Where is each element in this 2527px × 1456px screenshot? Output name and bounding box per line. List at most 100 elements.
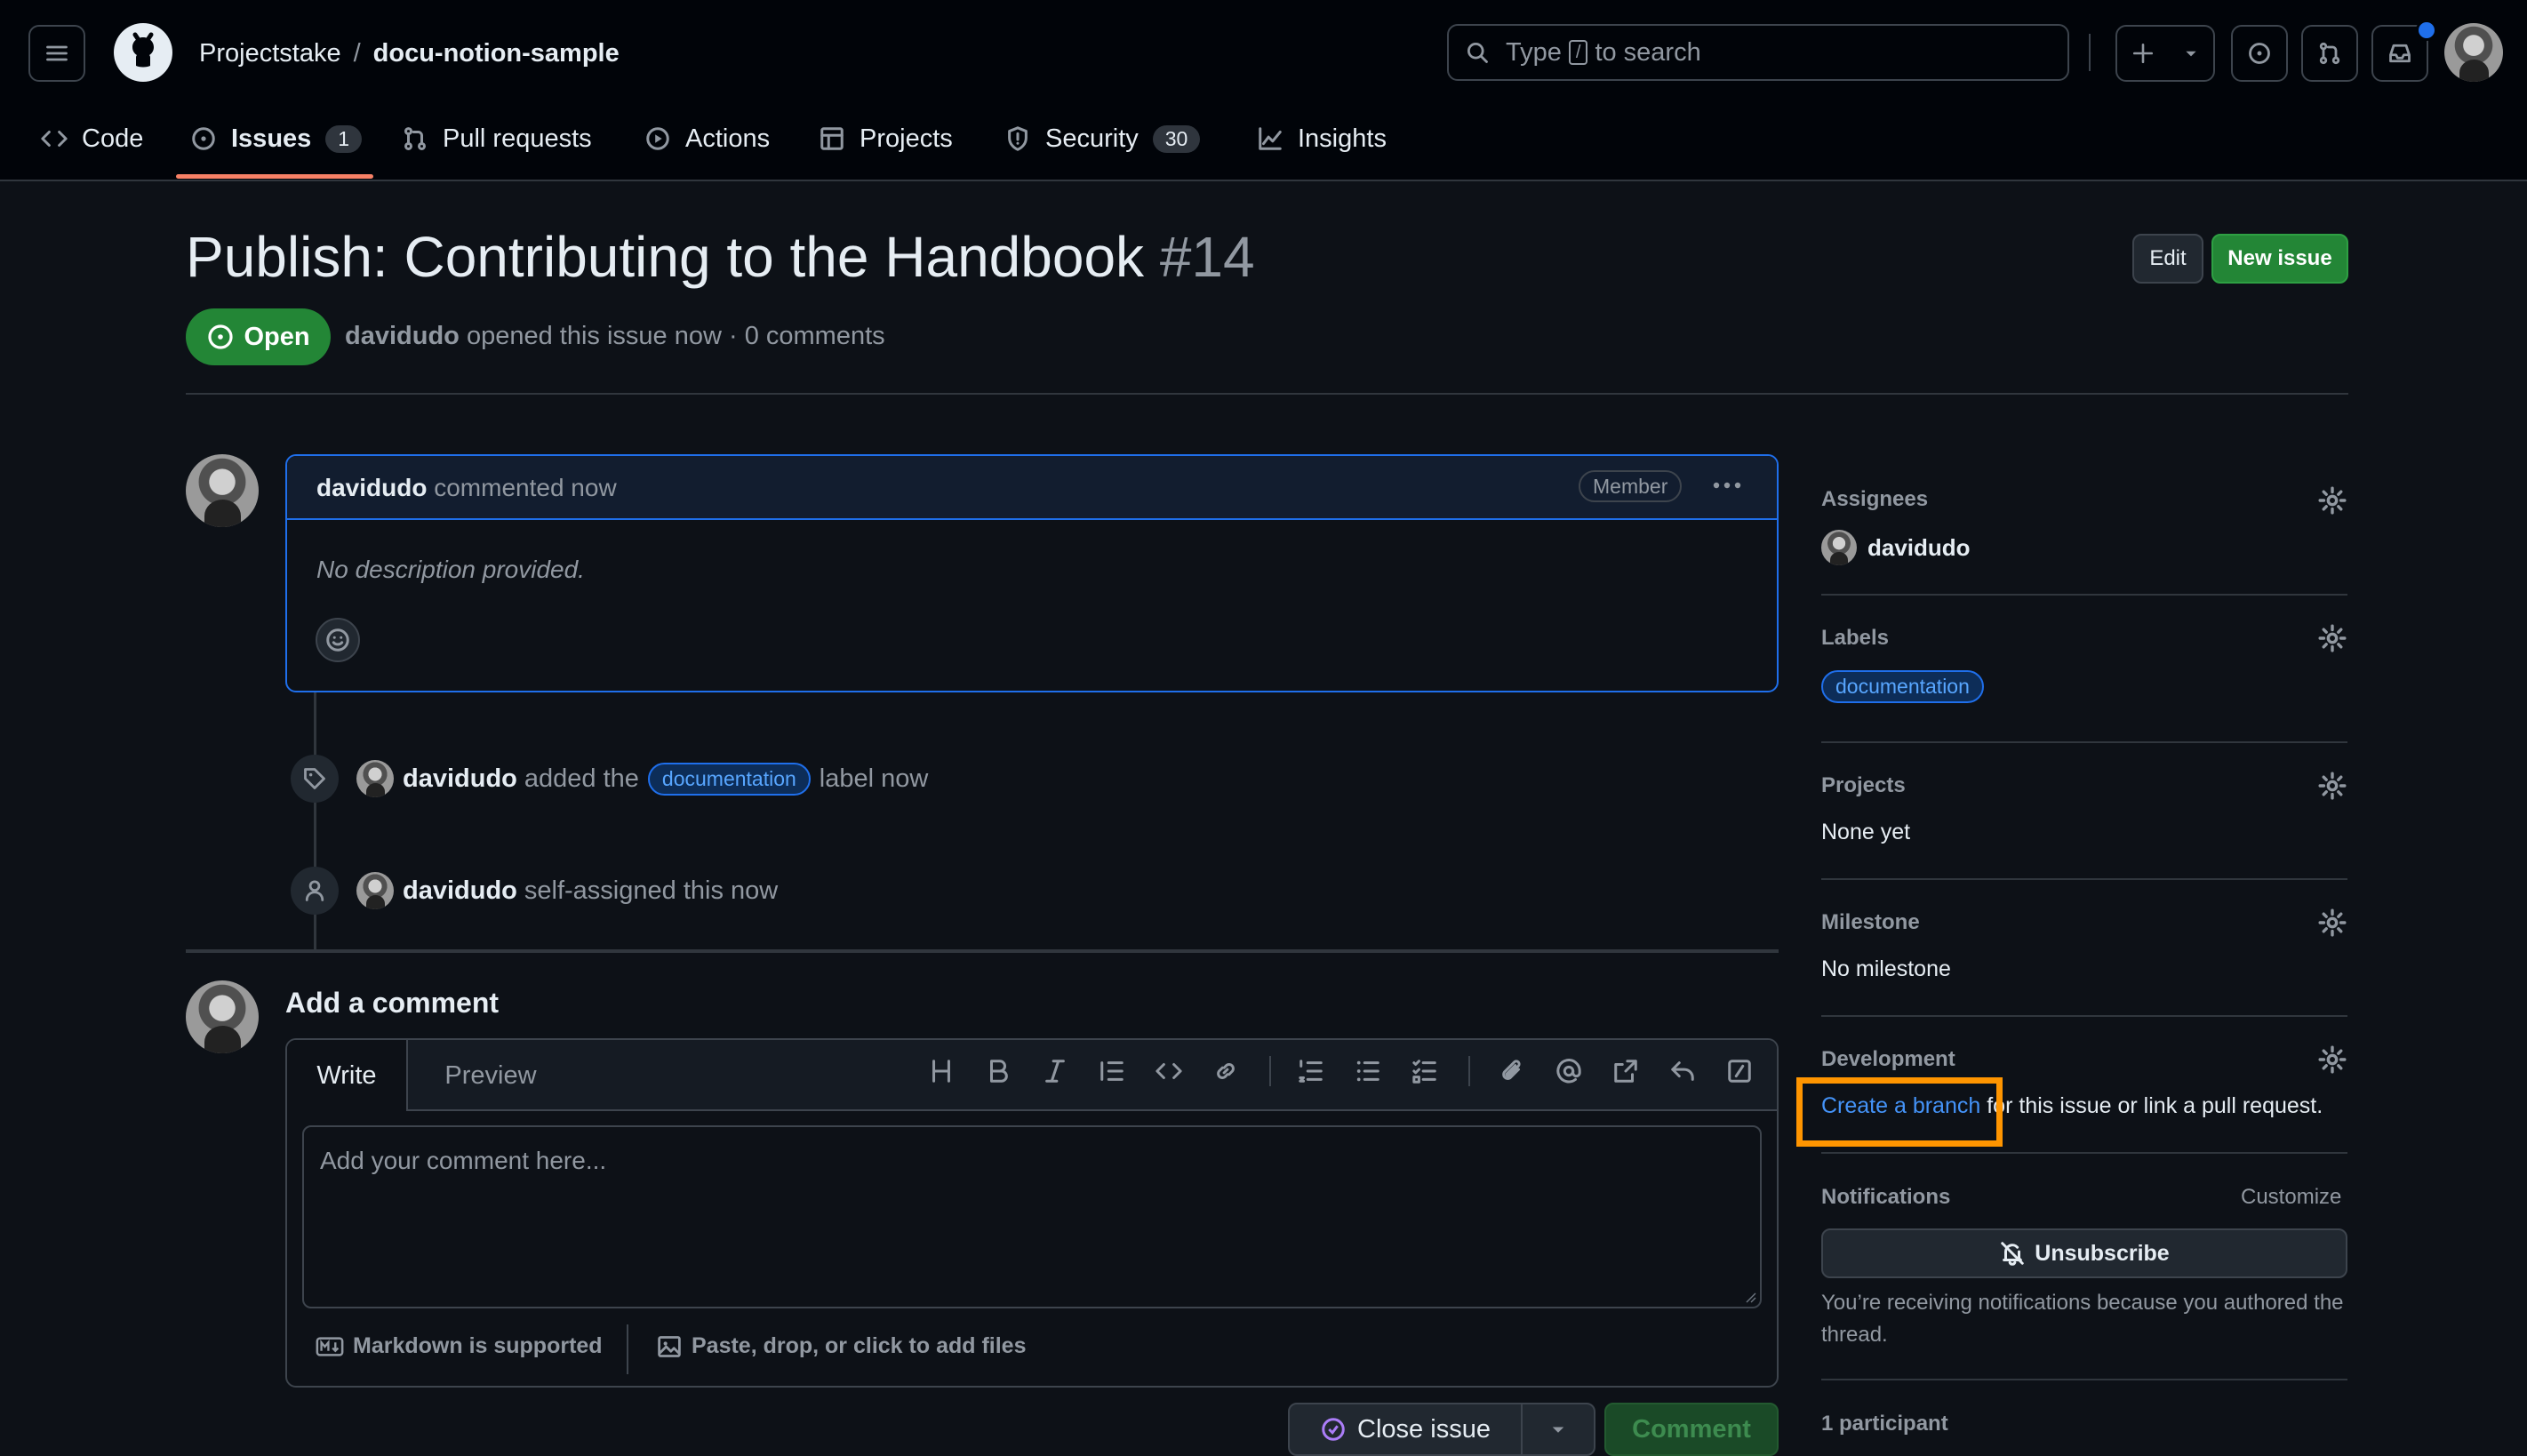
comment-editor: Write Preview Add your comment here... M… [285, 1038, 1779, 1388]
new-issue-button[interactable]: New issue [2211, 234, 2348, 284]
paperclip-icon[interactable] [1499, 1058, 1525, 1084]
participants-heading: 1 participant [1821, 1412, 1948, 1436]
slash-command-icon[interactable] [1726, 1058, 1753, 1084]
close-issue-options-button[interactable] [1521, 1403, 1595, 1456]
tab-selected-underline [176, 174, 373, 179]
assignee-item[interactable]: davidudo [1821, 530, 1971, 565]
add-reaction-button[interactable] [316, 618, 360, 662]
add-comment-heading: Add a comment [285, 987, 500, 1019]
task-list-icon[interactable] [1411, 1058, 1438, 1084]
caret-down-icon [2186, 51, 2196, 57]
labels-heading[interactable]: Labels [1821, 626, 1889, 651]
reply-icon[interactable] [1669, 1058, 1696, 1084]
tab-preview[interactable]: Preview [424, 1040, 557, 1111]
edit-button[interactable]: Edit [2132, 234, 2203, 284]
gear-icon[interactable] [2317, 771, 2347, 801]
octocat-icon [132, 32, 154, 68]
menu-button[interactable] [28, 25, 85, 82]
projects-value: None yet [1821, 820, 1911, 844]
create-new-button[interactable] [2115, 25, 2215, 82]
tab-write[interactable]: Write [287, 1040, 408, 1111]
attach-files-text: Paste, drop, or click to add files [692, 1333, 1027, 1358]
event-author-avatar[interactable] [356, 760, 394, 797]
close-issue-button[interactable]: Close issue [1288, 1403, 1523, 1456]
highlight-box [1796, 1077, 2003, 1147]
gear-icon[interactable] [2317, 623, 2347, 653]
tab-projects[interactable]: Projects [819, 114, 953, 164]
link-icon[interactable] [1212, 1058, 1239, 1084]
issue-meta-text: opened this issue now · 0 comments [466, 322, 885, 350]
markdown-icon [316, 1336, 344, 1356]
customize-link[interactable]: Customize [2241, 1185, 2341, 1210]
title-divider [186, 393, 2348, 395]
tab-code-label: Code [82, 124, 144, 153]
tab-security[interactable]: Security 30 [1004, 114, 1201, 164]
search-input[interactable]: Type / to search [1447, 24, 2069, 81]
owner-link[interactable]: Projectstake [199, 39, 341, 68]
unsubscribe-button[interactable]: Unsubscribe [1821, 1228, 2347, 1278]
header-divider [2089, 34, 2091, 71]
event-text-after: label now [819, 764, 929, 793]
comment-time[interactable]: commented now [434, 474, 616, 501]
comment-button[interactable]: Comment [1604, 1403, 1779, 1456]
milestone-heading[interactable]: Milestone [1821, 910, 1920, 935]
toolbar-divider [1468, 1056, 1470, 1086]
repo-link[interactable]: docu-notion-sample [373, 39, 620, 68]
markdown-note[interactable]: Markdown is supported [316, 1333, 603, 1359]
event-author-avatar[interactable] [356, 872, 394, 909]
heading-icon[interactable] [928, 1058, 955, 1084]
projects-heading[interactable]: Projects [1821, 773, 1906, 798]
comment-options-button[interactable] [1709, 472, 1745, 499]
unordered-list-icon[interactable] [1355, 1058, 1381, 1084]
issue-author-link[interactable]: davidudo [345, 322, 460, 350]
pull-requests-shortcut-button[interactable] [2301, 25, 2358, 82]
comment-textarea[interactable]: Add your comment here... [302, 1125, 1762, 1308]
gear-icon[interactable] [2317, 1044, 2347, 1075]
quote-icon[interactable] [1099, 1058, 1125, 1084]
assignee-name: davidudo [1867, 533, 1971, 561]
person-icon [305, 880, 324, 901]
tab-issues[interactable]: Issues 1 [190, 114, 363, 164]
italic-icon[interactable] [1042, 1058, 1068, 1084]
global-header: Projectstake / docu-notion-sample Type /… [0, 0, 2527, 181]
resize-handle-icon[interactable] [1742, 1289, 1756, 1303]
graph-icon [1259, 127, 1282, 150]
documentation-label[interactable]: documentation [1821, 670, 1984, 703]
event-author-link[interactable]: davidudo [403, 764, 517, 794]
user-avatar[interactable] [2444, 23, 2503, 82]
bold-icon[interactable] [985, 1058, 1012, 1084]
attach-files-button[interactable]: Paste, drop, or click to add files [656, 1333, 1027, 1359]
comment-author-avatar[interactable] [186, 454, 259, 527]
issue-state-label: Open [244, 322, 310, 351]
plus-icon [2132, 43, 2154, 64]
gear-icon[interactable] [2317, 485, 2347, 516]
gear-icon[interactable] [2317, 908, 2347, 938]
mention-icon[interactable] [1555, 1058, 1582, 1084]
assignees-heading[interactable]: Assignees [1821, 487, 1928, 512]
issue-title: Publish: Contributing to the Handbook #1… [186, 224, 1255, 290]
issues-shortcut-button[interactable] [2231, 25, 2288, 82]
sidebar-divider [1821, 1015, 2347, 1017]
development-heading[interactable]: Development [1821, 1047, 1955, 1072]
comment-author-link[interactable]: davidudo [316, 474, 427, 501]
table-icon [820, 127, 844, 150]
assignee-avatar [1821, 530, 1857, 565]
tab-insights[interactable]: Insights [1257, 114, 1387, 164]
github-logo[interactable] [114, 23, 172, 82]
ordered-list-icon[interactable] [1298, 1058, 1324, 1084]
cross-reference-icon[interactable] [1612, 1058, 1639, 1084]
comment-box: davidudo commented now Member No descrip… [285, 454, 1779, 692]
tab-pull-requests[interactable]: Pull requests [402, 114, 592, 164]
breadcrumb: Projectstake / docu-notion-sample [199, 34, 620, 73]
tab-code[interactable]: Code [41, 114, 143, 164]
event-text-before: added the [524, 764, 639, 793]
code-icon[interactable] [1156, 1058, 1182, 1084]
sidebar-divider [1821, 741, 2347, 743]
unsubscribe-label: Unsubscribe [2035, 1240, 2170, 1266]
tab-issues-label: Issues [231, 124, 312, 153]
event-author-link[interactable]: davidudo [403, 876, 517, 906]
comment-body: No description provided. [316, 556, 585, 583]
sidebar-divider [1821, 1152, 2347, 1154]
tab-actions[interactable]: Actions [644, 114, 770, 164]
documentation-label[interactable]: documentation [647, 762, 811, 796]
